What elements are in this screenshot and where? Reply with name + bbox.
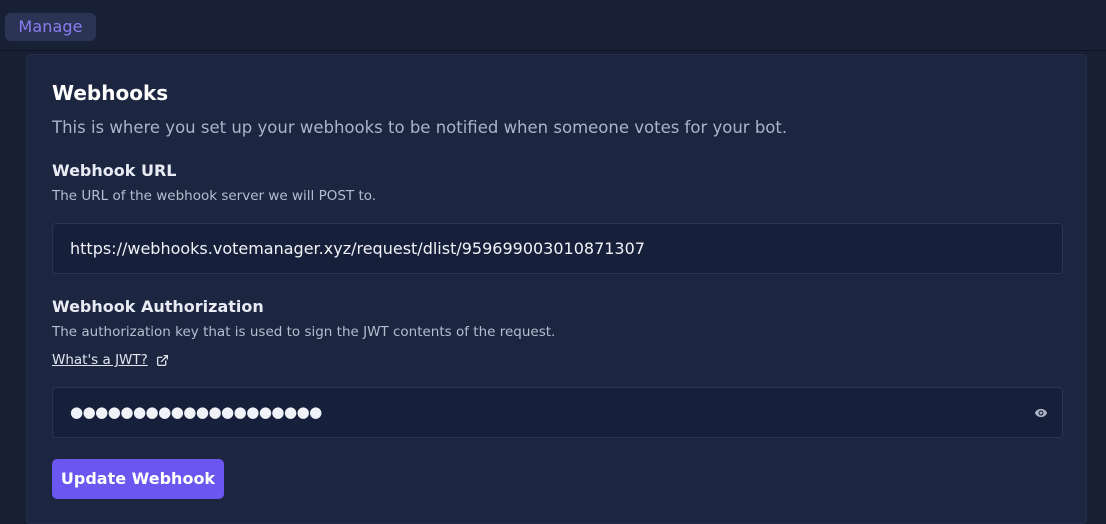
webhook-url-help: The URL of the webhook server we will PO… bbox=[52, 188, 377, 204]
webhook-auth-input[interactable]: ●●●●●●●●●●●●●●●●●●●● bbox=[52, 387, 1063, 438]
whats-a-jwt-link[interactable]: What's a JWT? bbox=[52, 352, 169, 368]
webhooks-card: Webhooks This is where you set up your w… bbox=[26, 54, 1087, 524]
section-description: This is where you set up your webhooks t… bbox=[52, 118, 788, 137]
webhook-auth-masked-value: ●●●●●●●●●●●●●●●●●●●● bbox=[70, 403, 322, 421]
eye-icon[interactable] bbox=[1034, 406, 1048, 420]
webhook-url-value: https://webhooks.votemanager.xyz/request… bbox=[70, 239, 645, 258]
webhook-url-input[interactable]: https://webhooks.votemanager.xyz/request… bbox=[52, 223, 1063, 274]
webhook-url-label: Webhook URL bbox=[52, 161, 177, 180]
top-bar: Manage bbox=[0, 0, 1106, 51]
external-link-icon bbox=[156, 354, 168, 366]
whats-a-jwt-link-text: What's a JWT? bbox=[52, 352, 148, 368]
webhook-auth-label: Webhook Authorization bbox=[52, 297, 264, 316]
update-webhook-button[interactable]: Update Webhook bbox=[52, 459, 224, 499]
tab-manage[interactable]: Manage bbox=[5, 13, 96, 41]
section-title: Webhooks bbox=[52, 81, 169, 105]
webhook-auth-help: The authorization key that is used to si… bbox=[52, 324, 556, 340]
